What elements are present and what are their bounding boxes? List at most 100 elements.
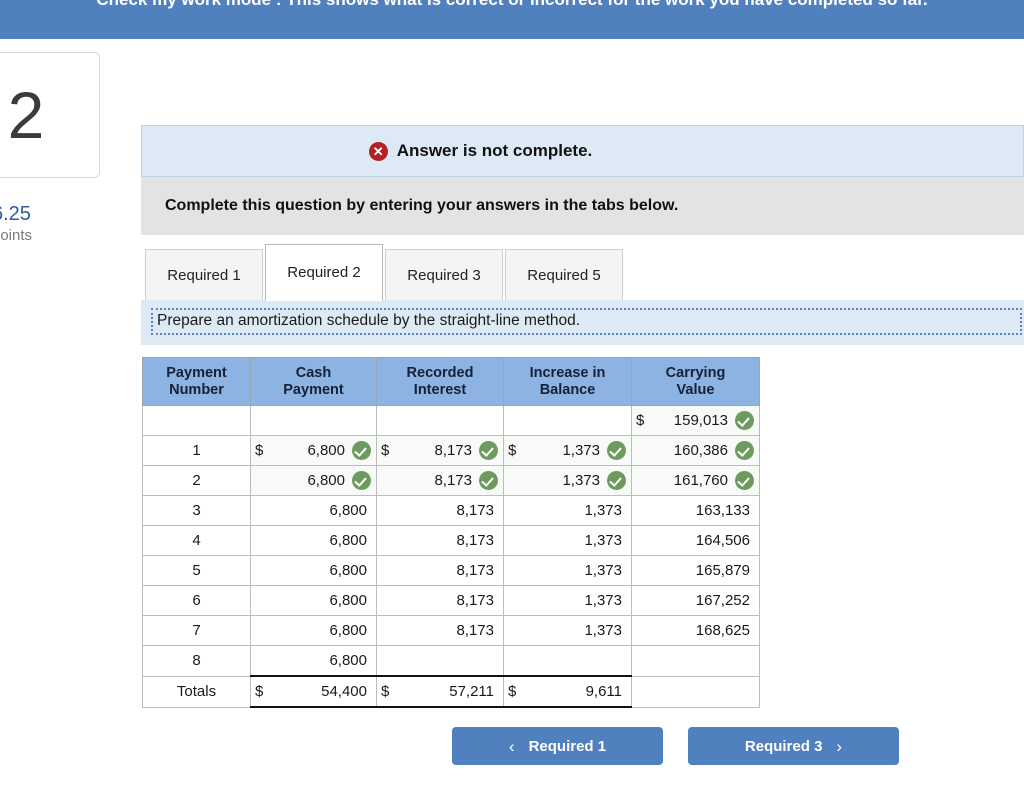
cell-carrying-value[interactable]: 167,252 <box>631 585 760 616</box>
table-row: $159,013 <box>142 405 760 436</box>
cell-carrying-value[interactable]: 164,506 <box>631 525 760 556</box>
cell-totals-increase-in-balance[interactable]: $9,611 <box>503 675 632 708</box>
cell-recorded-interest[interactable]: 8,173 <box>376 555 504 586</box>
column-header-cash-payment: Cash Payment <box>250 357 377 406</box>
tab-required-3[interactable]: Required 3 <box>385 249 503 301</box>
cell-value: 8,173 <box>456 502 494 519</box>
cell-value: 6,800 <box>329 652 367 669</box>
header-line-1: Carrying <box>665 364 726 381</box>
cell-increase-in-balance[interactable]: 1,373 <box>503 495 632 526</box>
chevron-left-icon: ‹ <box>508 736 515 756</box>
currency-symbol: $ <box>381 442 390 459</box>
cell-increase-in-balance[interactable]: 1,373 <box>503 615 632 646</box>
cell-carrying-value[interactable]: 163,133 <box>631 495 760 526</box>
cell-value: 1,373 <box>562 472 600 489</box>
instruction-bar: Complete this question by entering your … <box>141 177 1024 235</box>
column-header-increase-in-balance: Increase in Balance <box>503 357 632 406</box>
cell-value: 167,252 <box>695 592 750 609</box>
amortization-table: Payment Number Cash Payment Recorded Int… <box>142 357 760 708</box>
cell-value: 54,400 <box>321 683 367 700</box>
cell-cash-payment[interactable]: 6,800 <box>250 615 377 646</box>
table-row: 6 6,800 8,173 1,373 167,252 <box>142 585 760 616</box>
cell-recorded-interest[interactable]: 8,173 <box>376 585 504 616</box>
cell-totals-recorded-interest[interactable]: $57,211 <box>376 675 504 708</box>
correct-check-icon <box>735 471 754 490</box>
answer-status-text: Answer is not complete. <box>396 141 593 160</box>
chevron-right-icon: › <box>836 736 843 756</box>
cell-carrying-value[interactable]: 165,879 <box>631 555 760 586</box>
next-required-button[interactable]: Required 3 › <box>688 727 899 765</box>
cell-payment-number: 1 <box>142 435 251 466</box>
cell-carrying-value[interactable]: 168,625 <box>631 615 760 646</box>
cell-carrying-value[interactable]: 160,386 <box>631 435 760 466</box>
cell-value: 160,386 <box>673 442 728 459</box>
cell-increase-in-balance[interactable]: 1,373 <box>503 555 632 586</box>
previous-required-button[interactable]: ‹ Required 1 <box>452 727 663 765</box>
cell-cash-payment[interactable]: 6,800 <box>250 465 377 496</box>
cell-carrying-value[interactable]: $159,013 <box>631 405 760 436</box>
correct-check-icon <box>607 441 626 460</box>
cell-value: 164,506 <box>695 532 750 549</box>
cell-recorded-interest[interactable] <box>376 405 504 436</box>
cell-value: 6,800 <box>329 592 367 609</box>
cell-recorded-interest[interactable]: 8,173 <box>376 525 504 556</box>
cell-cash-payment[interactable]: 6,800 <box>250 645 377 677</box>
correct-check-icon <box>735 441 754 460</box>
cell-value: 168,625 <box>695 622 750 639</box>
cell-recorded-interest[interactable]: 8,173 <box>376 465 504 496</box>
header-line-2: Balance <box>539 381 596 398</box>
cell-payment-number: 4 <box>142 525 251 556</box>
header-line-2: Payment <box>283 381 344 398</box>
cell-value: 1,373 <box>584 562 622 579</box>
cell-cash-payment[interactable]: 6,800 <box>250 585 377 616</box>
cell-recorded-interest[interactable]: 8,173 <box>376 615 504 646</box>
cell-value: 8,173 <box>434 442 472 459</box>
cell-totals-carrying-value[interactable] <box>631 675 760 708</box>
cell-value: 8,173 <box>456 592 494 609</box>
header-line-2: Number <box>169 381 224 398</box>
tab-required-5[interactable]: Required 5 <box>505 249 623 301</box>
currency-symbol: $ <box>381 683 390 700</box>
tab-required-2[interactable]: Required 2 <box>265 244 383 301</box>
tab-required-1[interactable]: Required 1 <box>145 249 263 301</box>
table-row: 7 6,800 8,173 1,373 168,625 <box>142 615 760 646</box>
cell-value: 8,173 <box>456 562 494 579</box>
cell-payment-number: 7 <box>142 615 251 646</box>
cell-increase-in-balance[interactable]: $1,373 <box>503 435 632 466</box>
cell-recorded-interest[interactable]: $8,173 <box>376 435 504 466</box>
check-my-work-banner: Check my work mode : This shows what is … <box>0 0 1024 39</box>
column-header-payment-number: Payment Number <box>142 357 251 406</box>
cell-cash-payment[interactable]: $6,800 <box>250 435 377 466</box>
cell-carrying-value[interactable] <box>631 645 760 677</box>
header-line-1: Increase in <box>529 364 606 381</box>
cell-cash-payment[interactable]: 6,800 <box>250 495 377 526</box>
column-header-carrying-value: Carrying Value <box>631 357 760 406</box>
cell-increase-in-balance[interactable] <box>503 645 632 677</box>
answer-status-bar: ✕ Answer is not complete. <box>141 125 1024 177</box>
correct-check-icon <box>352 471 371 490</box>
cell-value: 6,800 <box>307 472 345 489</box>
correct-check-icon <box>479 471 498 490</box>
table-row: 2 6,800 8,173 1,373 161,760 <box>142 465 760 496</box>
cell-recorded-interest[interactable] <box>376 645 504 677</box>
cell-recorded-interest[interactable]: 8,173 <box>376 495 504 526</box>
question-rail: 2 6.25 points <box>0 52 102 246</box>
cell-increase-in-balance[interactable] <box>503 405 632 436</box>
question-number-box: 2 <box>0 52 100 178</box>
cell-increase-in-balance[interactable]: 1,373 <box>503 465 632 496</box>
table-row: 3 6,800 8,173 1,373 163,133 <box>142 495 760 526</box>
x-circle-icon: ✕ <box>368 141 388 161</box>
header-line-2: Value <box>676 381 715 398</box>
cell-increase-in-balance[interactable]: 1,373 <box>503 585 632 616</box>
cell-carrying-value[interactable]: 161,760 <box>631 465 760 496</box>
cell-value: 6,800 <box>329 562 367 579</box>
cell-cash-payment[interactable]: 6,800 <box>250 525 377 556</box>
currency-symbol: $ <box>255 683 264 700</box>
table-row: 1 $6,800 $8,173 $1,373 160,386 <box>142 435 760 466</box>
cell-cash-payment[interactable] <box>250 405 377 436</box>
header-line-1: Cash <box>295 364 332 381</box>
cell-totals-cash-payment[interactable]: $54,400 <box>250 675 377 708</box>
cell-increase-in-balance[interactable]: 1,373 <box>503 525 632 556</box>
cell-totals-label: Totals <box>142 675 251 708</box>
cell-cash-payment[interactable]: 6,800 <box>250 555 377 586</box>
